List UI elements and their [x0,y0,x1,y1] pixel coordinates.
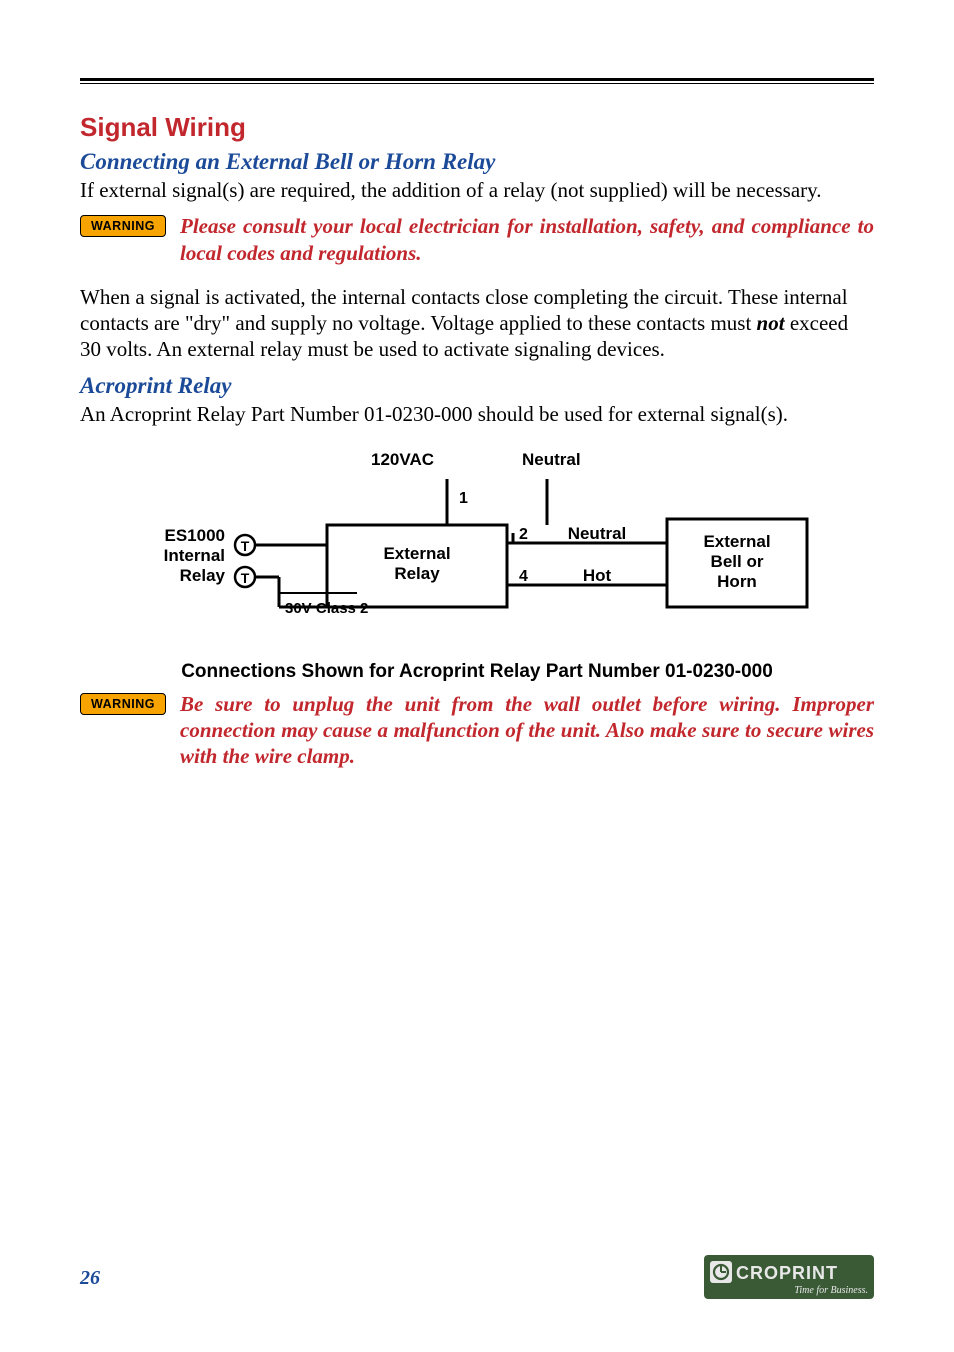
document-page: Signal Wiring Connecting an External Bel… [0,0,954,1352]
subsection-heading-connecting: Connecting an External Bell or Horn Rela… [80,149,874,175]
warning-icon: WARNING [80,215,166,237]
diagram-label-bell-3: Horn [717,572,757,591]
warning-text: Be sure to unplug the unit from the wall… [180,691,874,770]
diagram-label-ext-relay-2: Relay [394,564,440,583]
diagram-label-30v-class2: 30V Class 2 [285,600,368,617]
diagram-label-es1000-1: ES1000 [165,526,226,545]
warning-text: Please consult your local electrician fo… [180,213,874,266]
diagram-label-120vac: 120VAC [371,450,434,469]
svg-text:T: T [241,570,250,586]
diagram-caption: Connections Shown for Acroprint Relay Pa… [80,661,874,683]
brand-logo: CROPRINT Time for Business. [704,1255,874,1304]
diagram-label-es1000-3: Relay [180,566,226,585]
wiring-diagram: 120VAC Neutral 1 External Relay ES1000 I… [80,437,874,647]
diagram-label-ext-relay-1: External [383,544,450,563]
diagram-label-neutral: Neutral [568,524,627,543]
diagram-label-bell-1: External [703,532,770,551]
warning-block: WARNING Be sure to unplug the unit from … [80,691,874,770]
paragraph: When a signal is activated, the internal… [80,284,874,363]
paragraph: An Acroprint Relay Part Number 01-0230-0… [80,401,874,427]
subsection-heading-acroprint-relay: Acroprint Relay [80,373,874,399]
diagram-label-pin4: 4 [519,568,528,585]
text-run: When a signal is activated, the internal… [80,285,848,335]
svg-text:T: T [241,538,250,554]
section-heading: Signal Wiring [80,112,874,143]
warning-icon: WARNING [80,693,166,715]
top-rule-thick [80,78,874,81]
logo-brand-text: CROPRINT [736,1263,838,1283]
diagram-label-neutral-top: Neutral [522,450,581,469]
diagram-label-pin1: 1 [459,490,468,507]
logo-tagline: Time for Business. [794,1285,868,1296]
diagram-label-hot: Hot [583,566,612,585]
warning-block: WARNING Please consult your local electr… [80,213,874,266]
paragraph: If external signal(s) are required, the … [80,177,874,203]
diagram-label-pin2: 2 [519,526,528,543]
page-content: Signal Wiring Connecting an External Bel… [80,84,874,770]
diagram-label-bell-2: Bell or [711,552,764,571]
diagram-svg: 120VAC Neutral 1 External Relay ES1000 I… [127,437,827,647]
emphasis-not: not [757,311,785,335]
diagram-label-es1000-2: Internal [164,546,225,565]
page-number: 26 [80,1267,100,1290]
